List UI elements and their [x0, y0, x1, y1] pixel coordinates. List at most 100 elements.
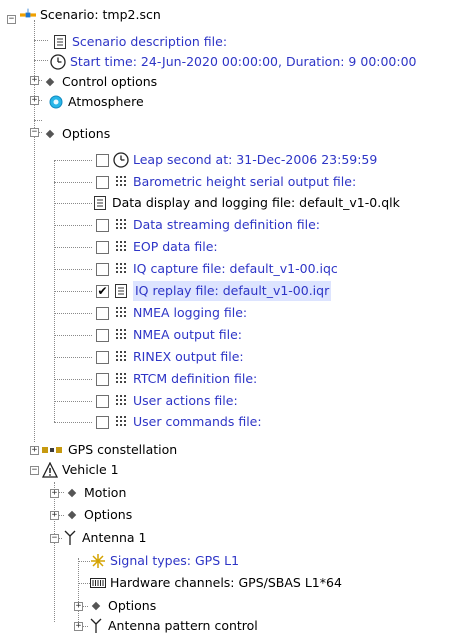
collapse-vehicle-toggle[interactable]: − [30, 466, 39, 475]
leap-second-checkbox[interactable] [96, 153, 109, 167]
expand-atmosphere-toggle[interactable]: + [30, 96, 39, 105]
node-diamond-icon [91, 601, 101, 611]
grid-file-icon [113, 371, 129, 387]
tree-node-vehicle[interactable]: Vehicle 1 [42, 460, 119, 480]
start-time-label: Start time: 24-Jun-2020 00:00:00, Durati… [70, 54, 417, 69]
option-rinex-output[interactable]: RINEX output file: [96, 347, 244, 367]
signal-star-icon [90, 553, 106, 569]
warning-triangle-icon [42, 462, 58, 478]
collapse-antenna-toggle[interactable]: − [50, 534, 59, 543]
iq-replay-checkbox[interactable]: ✔ [96, 284, 109, 298]
tree-node-antenna[interactable]: Antenna 1 [62, 528, 147, 548]
option-iq-capture[interactable]: IQ capture file: default_v1-00.iqc [96, 259, 338, 279]
tree-node-control-options[interactable]: Control options [42, 72, 157, 92]
eop-data-checkbox[interactable] [96, 240, 109, 254]
rtcm-definition-checkbox[interactable] [96, 372, 109, 386]
option-rtcm-definition[interactable]: RTCM definition file: [96, 369, 257, 389]
user-commands-checkbox[interactable] [96, 415, 109, 429]
option-data-streaming[interactable]: Data streaming definition file: [96, 215, 320, 235]
tree-node-signal-types[interactable]: Signal types: GPS L1 [90, 551, 239, 571]
grid-file-icon [113, 174, 129, 190]
iq-capture-label: IQ capture file: default_v1-00.iqc [133, 261, 338, 276]
data-streaming-label: Data streaming definition file: [133, 217, 320, 232]
scenario-tree: − Scenario: tmp2.scn Scenario descriptio… [0, 0, 466, 633]
expand-antenna-pattern-toggle[interactable]: + [74, 622, 83, 631]
grid-file-icon [113, 414, 129, 430]
expand-control-options-toggle[interactable]: + [30, 76, 39, 85]
tree-node-scenario[interactable]: Scenario: tmp2.scn [20, 5, 161, 25]
node-diamond-icon [67, 488, 77, 498]
expand-motion-toggle[interactable]: + [50, 489, 59, 498]
iq-capture-checkbox[interactable] [96, 262, 109, 276]
tree-node-scenario-description[interactable]: Scenario description file: [52, 32, 227, 52]
option-eop-data[interactable]: EOP data file: [96, 237, 218, 257]
tree-node-atmosphere[interactable]: Atmosphere [48, 92, 144, 112]
option-leap-second[interactable]: Leap second at: 31-Dec-2006 23:59:59 [96, 150, 377, 170]
antenna-icon [88, 618, 104, 634]
tree-node-antenna-options[interactable]: Options [88, 596, 156, 616]
options-label: Options [62, 126, 111, 141]
collapse-options-toggle[interactable]: − [30, 128, 39, 137]
clock-icon [113, 152, 129, 168]
document-icon [52, 34, 68, 50]
rinex-output-label: RINEX output file: [133, 349, 244, 364]
atmosphere-icon [48, 94, 64, 110]
rinex-output-checkbox[interactable] [96, 350, 109, 364]
option-iq-replay[interactable]: ✔ IQ replay file: default_v1-00.iqr [96, 281, 332, 301]
tree-node-options[interactable]: Options [42, 124, 110, 144]
option-user-commands[interactable]: User commands file: [96, 412, 262, 432]
grid-file-icon [113, 261, 129, 277]
clock-icon [50, 54, 66, 70]
nmea-output-label: NMEA output file: [133, 327, 243, 342]
document-icon [92, 195, 108, 211]
document-icon [113, 283, 129, 299]
antenna-label: Antenna 1 [82, 530, 147, 545]
grid-file-icon [113, 305, 129, 321]
hardware-channels-label: Hardware channels: GPS/SBAS L1*64 [110, 575, 342, 590]
grid-file-icon [113, 239, 129, 255]
node-diamond-icon [45, 129, 55, 139]
option-data-display-logging[interactable]: Data display and logging file: default_v… [92, 193, 400, 213]
tree-node-gps-constellation[interactable]: GPS constellation [42, 440, 177, 460]
gps-constellation-label: GPS constellation [68, 442, 178, 457]
tree-node-hardware-channels[interactable]: Hardware channels: GPS/SBAS L1*64 [90, 573, 342, 593]
option-barometric-height[interactable]: Barometric height serial output file: [96, 172, 356, 192]
tree-node-vehicle-options[interactable]: Options [64, 505, 132, 525]
scenario-label: Scenario: tmp2.scn [40, 7, 161, 22]
user-actions-checkbox[interactable] [96, 394, 109, 408]
vehicle-options-label: Options [84, 507, 133, 522]
control-options-label: Control options [62, 74, 158, 89]
leap-second-label: Leap second at: 31-Dec-2006 23:59:59 [133, 152, 378, 167]
node-diamond-icon [67, 510, 77, 520]
nmea-output-checkbox[interactable] [96, 328, 109, 342]
eop-data-label: EOP data file: [133, 239, 218, 254]
node-diamond-icon [45, 77, 55, 87]
grid-file-icon [113, 327, 129, 343]
option-nmea-logging[interactable]: NMEA logging file: [96, 303, 247, 323]
option-user-actions[interactable]: User actions file: [96, 391, 238, 411]
tree-node-start-time[interactable]: Start time: 24-Jun-2020 00:00:00, Durati… [50, 52, 417, 72]
expand-antenna-options-toggle[interactable]: + [74, 602, 83, 611]
scenario-satellite-icon [20, 7, 36, 23]
grid-file-icon [113, 217, 129, 233]
barometric-height-checkbox[interactable] [96, 175, 109, 189]
iq-replay-label: IQ replay file: default_v1-00.iqr [133, 281, 332, 301]
nmea-logging-checkbox[interactable] [96, 306, 109, 320]
motion-label: Motion [84, 485, 127, 500]
expand-gps-constellation-toggle[interactable]: + [30, 446, 39, 455]
expand-vehicle-options-toggle[interactable]: + [50, 511, 59, 520]
atmosphere-label: Atmosphere [68, 94, 144, 109]
scenario-description-label: Scenario description file: [72, 34, 228, 49]
nmea-logging-label: NMEA logging file: [133, 305, 248, 320]
collapse-scenario-toggle[interactable]: − [7, 15, 16, 24]
grid-file-icon [113, 349, 129, 365]
rtcm-definition-label: RTCM definition file: [133, 371, 258, 386]
constellation-icon [42, 442, 64, 458]
data-streaming-checkbox[interactable] [96, 218, 109, 232]
tree-node-antenna-pattern[interactable]: Antenna pattern control [88, 616, 258, 636]
hardware-channels-icon [90, 575, 106, 591]
grid-file-icon [113, 393, 129, 409]
tree-node-motion[interactable]: Motion [64, 483, 126, 503]
vehicle-label: Vehicle 1 [62, 462, 119, 477]
option-nmea-output[interactable]: NMEA output file: [96, 325, 242, 345]
